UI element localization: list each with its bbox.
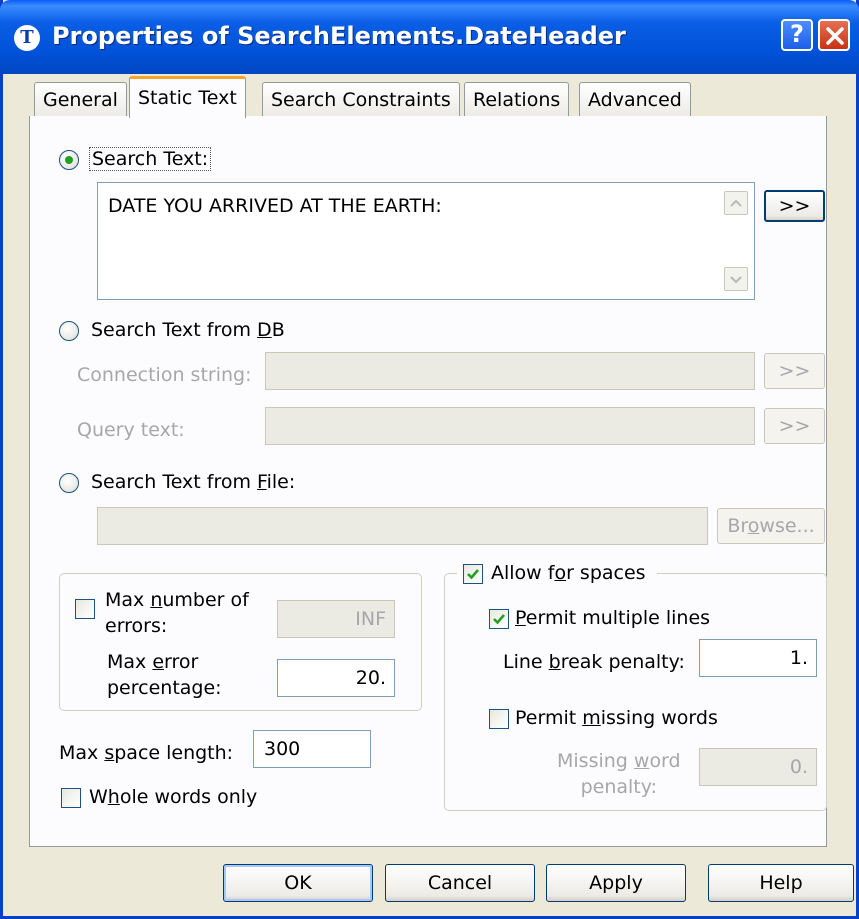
search-text-expand-button[interactable]: >>: [764, 190, 825, 222]
ok-button[interactable]: OK: [223, 864, 373, 902]
max-errors-label: Max number of errors:: [105, 589, 249, 637]
checkmark-icon: [493, 614, 505, 625]
query-text-label: Query text:: [77, 419, 185, 441]
cancel-button[interactable]: Cancel: [385, 864, 535, 902]
tab-relations[interactable]: Relations: [464, 82, 570, 116]
app-icon: T: [14, 25, 40, 51]
tab-general[interactable]: General: [34, 82, 127, 116]
permit-missing-words-checkbox[interactable]: [489, 709, 509, 729]
missing-word-penalty-value: 0.: [789, 756, 808, 778]
search-text-area[interactable]: DATE YOU ARRIVED AT THE EARTH:: [97, 182, 755, 300]
missing-word-penalty-label: Missing word penalty:: [557, 750, 681, 798]
query-text-field[interactable]: [265, 407, 755, 445]
connection-string-field[interactable]: [265, 352, 755, 390]
missing-word-penalty-field[interactable]: 0.: [699, 748, 817, 786]
max-error-pct-field[interactable]: 20.: [277, 659, 395, 697]
chevron-down-icon: [730, 276, 742, 284]
title-bar[interactable]: T Properties of SearchElements.DateHeade…: [0, 0, 859, 74]
search-text-label: Search Text:: [89, 147, 212, 171]
max-space-length-label: Max space length:: [59, 742, 234, 764]
search-db-label: Search Text from DB: [91, 319, 285, 341]
whole-words-label: Whole words only: [89, 786, 258, 808]
whole-words-checkbox[interactable]: [61, 788, 81, 808]
permit-missing-words-label: Permit missing words: [515, 707, 718, 729]
close-button[interactable]: [818, 19, 850, 51]
permit-multiple-lines-label: Permit multiple lines: [515, 607, 711, 629]
chevron-up-icon: [730, 199, 742, 207]
search-file-radio[interactable]: [59, 473, 79, 493]
max-errors-field[interactable]: INF: [277, 600, 395, 638]
search-text-radio[interactable]: [59, 150, 79, 170]
max-space-length-field[interactable]: 300: [253, 730, 371, 768]
allow-spaces-checkbox[interactable]: [463, 564, 483, 584]
search-db-radio[interactable]: [59, 321, 79, 341]
browse-button[interactable]: Browse...: [717, 508, 825, 544]
query-expand-button[interactable]: >>: [764, 408, 825, 444]
max-space-length-value: 300: [264, 738, 301, 760]
file-path-field[interactable]: [97, 507, 708, 545]
help-title-button[interactable]: ?: [781, 19, 813, 51]
max-errors-value: INF: [355, 608, 386, 630]
max-error-pct-value: 20.: [355, 667, 386, 689]
close-icon: [826, 27, 844, 45]
radio-selected-dot: [65, 156, 73, 164]
max-error-pct-label: Max error percentage:: [107, 651, 222, 699]
scroll-down-button[interactable]: [724, 267, 748, 291]
connection-string-label: Connection string:: [77, 364, 252, 386]
apply-button[interactable]: Apply: [546, 864, 686, 902]
connection-expand-button[interactable]: >>: [764, 353, 825, 389]
tab-static-text[interactable]: Static Text: [129, 76, 246, 118]
line-break-penalty-value: 1.: [789, 647, 808, 669]
search-text-value: DATE YOU ARRIVED AT THE EARTH:: [108, 195, 442, 217]
scroll-up-button[interactable]: [724, 191, 748, 215]
permit-multiple-lines-checkbox[interactable]: [489, 609, 509, 629]
help-button[interactable]: Help: [708, 864, 854, 902]
line-break-penalty-field[interactable]: 1.: [699, 639, 817, 677]
max-errors-checkbox[interactable]: [75, 599, 95, 619]
search-file-label: Search Text from File:: [91, 471, 296, 493]
window-title: Properties of SearchElements.DateHeader: [52, 22, 626, 50]
line-break-penalty-label: Line break penalty:: [503, 651, 685, 673]
allow-spaces-label: Allow for spaces: [491, 562, 646, 584]
tab-search-constraints[interactable]: Search Constraints: [262, 82, 460, 116]
tab-advanced[interactable]: Advanced: [579, 82, 691, 116]
checkmark-icon: [467, 569, 479, 580]
properties-dialog: T Properties of SearchElements.DateHeade…: [0, 0, 859, 919]
